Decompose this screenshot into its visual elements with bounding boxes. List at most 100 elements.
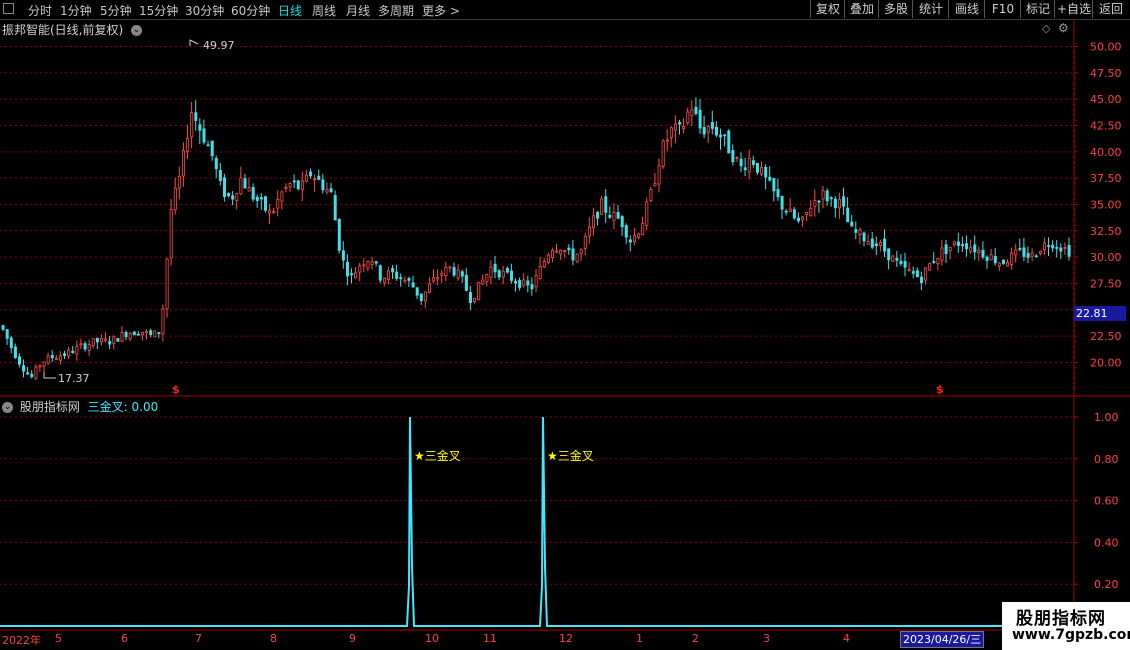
candle-body [71,350,75,354]
candlestick [887,248,891,270]
date-axis-label: 2022年 [2,634,41,647]
candle-body [1010,252,1014,265]
candle-body [493,263,497,273]
candle-body [374,261,378,264]
candle-body [444,266,448,276]
candle-body [645,201,649,226]
current-price-label: 22.81 [1074,306,1126,321]
candlestick [977,246,981,262]
high-price-marker: 49.97 [203,39,235,52]
candle-body [190,112,194,138]
chevron-down-icon[interactable]: ⌄ [131,25,143,36]
stock-title[interactable]: 振邦智能(日线,前复权) [2,23,123,37]
candlestick [382,277,386,287]
candlestick [879,239,883,252]
candle-body [1063,246,1067,249]
candle-body [227,193,231,197]
candle-body [358,265,362,273]
candlestick [760,161,764,177]
candlestick [177,166,181,200]
candlestick [120,326,124,343]
candle-body [788,208,792,213]
price-tick-label: 35.00 [1090,198,1122,211]
candle-body [797,217,801,222]
candle-body [22,365,26,372]
watermark-title: 股朋指标网 [1016,609,1106,629]
candlestick [731,144,735,166]
candlestick [1047,237,1051,257]
candlestick [509,263,513,284]
candlestick [928,262,932,271]
candlestick [337,218,341,254]
chevron-down-icon[interactable]: ⌄ [2,402,13,413]
candle-body [870,238,874,248]
candle-body [432,277,436,282]
candle-body [961,244,965,246]
candle-body [194,112,198,121]
candlestick [345,254,349,286]
dividend-marker: $ [936,383,944,396]
candlestick [419,293,423,305]
candle-body [571,248,575,261]
candle-body [464,274,468,291]
dividend-marker: $ [172,383,180,396]
candlestick [132,330,136,336]
candlestick [637,232,641,240]
candlestick [698,99,702,134]
candlestick [784,208,788,216]
indicator-name[interactable]: 股朋指标网 [20,400,80,414]
price-tick-label: 22.50 [1090,330,1122,343]
candle-body [735,157,739,159]
candle-body [83,343,87,350]
candlestick [63,350,67,360]
candle-body [628,239,632,243]
candlestick [747,149,751,180]
candlestick [1002,259,1006,266]
candle-body [477,281,481,301]
candlestick [1030,248,1034,262]
crosshair-date-label: 2023/04/26/三 [900,631,985,648]
candlestick [1018,238,1022,252]
candlestick [981,241,985,260]
candlestick [309,168,313,179]
candle-body [149,330,153,336]
candle-body [915,270,919,277]
candle-body [198,124,202,131]
candlestick [657,158,661,193]
candle-body [649,189,653,201]
candle-body [91,338,95,347]
candle-body [26,372,30,375]
gear-icon[interactable]: ⚙ [1058,21,1069,35]
candle-body [427,283,431,293]
candle-body [694,106,698,114]
candlestick [22,359,26,378]
candlestick [628,235,632,252]
candle-body [120,332,124,342]
candlestick [477,281,481,301]
candlestick [850,214,854,227]
candle-body [63,353,67,357]
candle-body [173,187,177,211]
chart-canvas[interactable]: 50.0047.5045.0042.5040.0037.5035.0032.50… [0,0,1130,650]
candle-body [682,125,686,130]
candlestick [145,329,149,340]
candle-body [530,284,534,290]
candlestick [198,118,202,145]
candle-body [280,191,284,202]
candlestick [161,304,165,342]
candle-body [309,171,313,177]
candlestick [682,118,686,134]
candle-body [981,249,985,258]
candle-body [657,165,661,185]
candlestick [505,266,509,274]
diamond-icon[interactable]: ◇ [1042,22,1050,35]
candle-body [825,190,829,202]
candlestick [374,260,378,267]
candle-body [436,277,440,280]
candle-body [292,180,296,183]
candlestick [735,156,739,162]
candlestick [272,207,276,215]
candle-body [272,210,276,213]
candlestick [370,256,374,270]
candlestick [1014,243,1018,263]
